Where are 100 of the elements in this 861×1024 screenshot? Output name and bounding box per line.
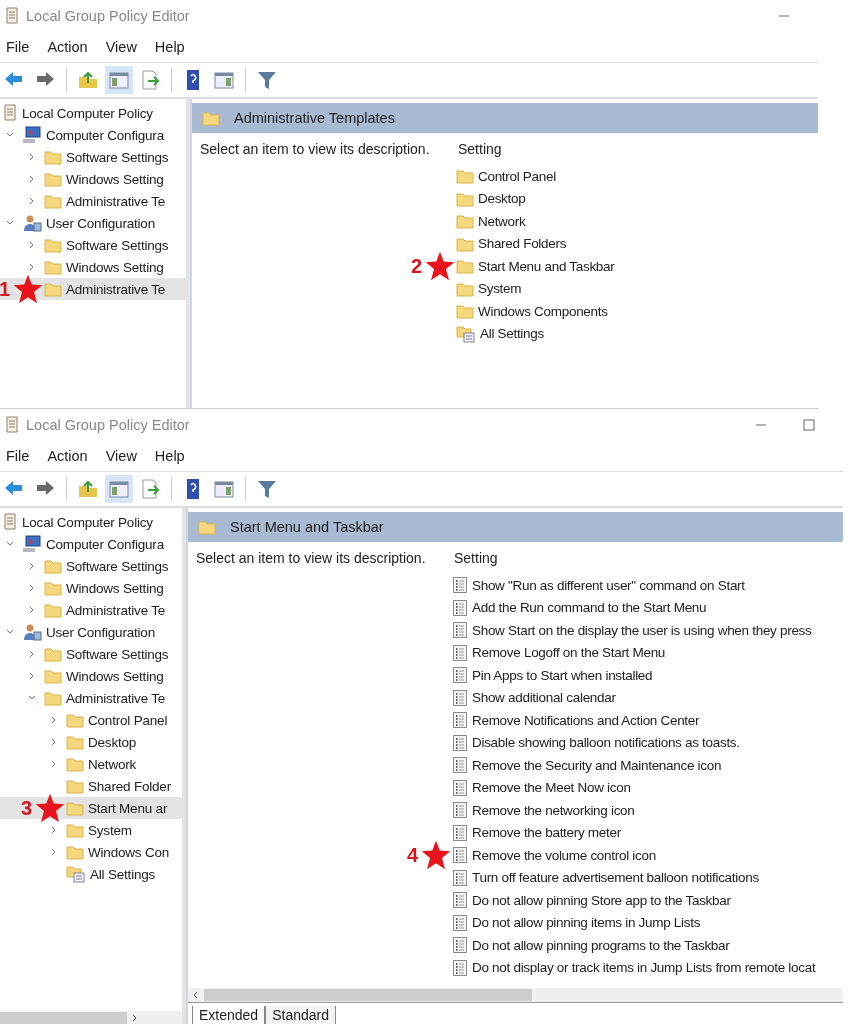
- setting-item[interactable]: Remove the networking icon: [452, 801, 635, 820]
- expand-chevron-icon[interactable]: [28, 263, 36, 271]
- tree-item[interactable]: Administrative Te: [44, 193, 166, 209]
- star-icon: [425, 251, 455, 282]
- tree-item[interactable]: Shared Folder: [66, 778, 171, 794]
- policy-setting-icon: [452, 733, 468, 752]
- expand-chevron-icon[interactable]: [28, 672, 36, 680]
- expand-chevron-icon[interactable]: [50, 716, 58, 724]
- folder-icon: [44, 259, 62, 275]
- collapse-chevron-icon[interactable]: [6, 131, 14, 139]
- menu-item[interactable]: Action: [47, 448, 88, 464]
- tree-item[interactable]: Windows Setting: [44, 580, 164, 596]
- maximize-icon[interactable]: [803, 419, 815, 431]
- setting-item[interactable]: Start Menu and Taskbar: [456, 258, 615, 275]
- menu-item[interactable]: View: [105, 448, 137, 464]
- setting-item[interactable]: Control Panel: [456, 168, 556, 185]
- tree-item[interactable]: Software Settings: [44, 646, 169, 662]
- setting-item[interactable]: Windows Components: [456, 303, 608, 320]
- tree-item[interactable]: Windows Setting: [44, 171, 164, 187]
- console-tree-icon[interactable]: [105, 66, 133, 94]
- tree-item[interactable]: Computer Configura: [22, 126, 164, 144]
- expand-chevron-icon[interactable]: [28, 650, 36, 658]
- setting-item[interactable]: Show Start on the display the user is using when they press: [452, 621, 812, 640]
- expand-chevron-icon[interactable]: [50, 760, 58, 768]
- setting-item[interactable]: Remove the Security and Maintenance icon: [452, 756, 722, 775]
- tree-item[interactable]: Administrative Te: [44, 690, 166, 706]
- setting-item[interactable]: Show "Run as different user" command on Start: [452, 576, 745, 595]
- tree-item[interactable]: All Settings: [66, 865, 156, 883]
- setting-item[interactable]: Desktop: [456, 190, 526, 207]
- tree-item[interactable]: Software Settings: [44, 237, 169, 253]
- setting-item[interactable]: Do not allow pinning programs to the Taskbar: [452, 936, 730, 955]
- expand-chevron-icon[interactable]: [28, 562, 36, 570]
- menu-item[interactable]: Help: [154, 448, 185, 464]
- setting-item[interactable]: Pin Apps to Start when installed: [452, 666, 653, 685]
- tree-item[interactable]: Control Panel: [66, 712, 168, 728]
- tree-item[interactable]: Desktop: [66, 734, 137, 750]
- setting-item[interactable]: Network: [456, 213, 526, 230]
- view-tab[interactable]: Extended: [192, 1006, 266, 1024]
- collapse-chevron-icon[interactable]: [6, 219, 14, 227]
- tree-item[interactable]: User Configuration: [22, 623, 155, 641]
- setting-item[interactable]: Do not allow pinning Store app to the Taskbar: [452, 891, 731, 910]
- menu-item[interactable]: File: [6, 448, 30, 464]
- expand-chevron-icon[interactable]: [28, 175, 36, 183]
- menu-item[interactable]: View: [105, 39, 137, 55]
- expand-chevron-icon[interactable]: [50, 826, 58, 834]
- tree-item[interactable]: Network: [66, 756, 137, 772]
- setting-item[interactable]: Show additional calendar: [452, 688, 616, 707]
- tree-item[interactable]: Windows Setting: [44, 668, 164, 684]
- setting-item[interactable]: Do not display or track items in Jump Lists from remote locat: [452, 958, 816, 977]
- scroll-icon: [4, 7, 20, 25]
- column-header[interactable]: Setting: [458, 141, 502, 157]
- menu-item[interactable]: Action: [47, 39, 88, 55]
- setting-item[interactable]: Remove the battery meter: [452, 823, 621, 842]
- tree-item[interactable]: Start Menu ar: [66, 800, 168, 816]
- folder-icon: [66, 734, 84, 750]
- scroll-icon: [4, 416, 20, 434]
- tree-item[interactable]: User Configuration: [22, 214, 155, 232]
- view-tab[interactable]: Standard: [265, 1006, 336, 1024]
- setting-item[interactable]: Remove the Meet Now icon: [452, 778, 631, 797]
- collapse-chevron-icon[interactable]: [6, 628, 14, 636]
- tree-item[interactable]: Software Settings: [44, 149, 169, 165]
- tree-item[interactable]: Windows Setting: [44, 259, 164, 275]
- policy-setting-icon: [452, 756, 468, 775]
- tree-item[interactable]: Local Computer Policy: [2, 513, 153, 531]
- menu-item[interactable]: File: [6, 39, 30, 55]
- tree-item[interactable]: Windows Con: [66, 844, 170, 860]
- tree-item[interactable]: Software Settings: [44, 558, 169, 574]
- expand-chevron-icon[interactable]: [50, 848, 58, 856]
- expand-chevron-icon[interactable]: [50, 738, 58, 746]
- setting-item[interactable]: Do not allow pinning items in Jump Lists: [452, 913, 701, 932]
- setting-item[interactable]: Add the Run command to the Start Menu: [452, 598, 707, 617]
- star-icon: [421, 840, 451, 871]
- tree-item[interactable]: System: [66, 822, 132, 838]
- scrollbar[interactable]: [188, 988, 843, 1002]
- collapse-chevron-icon[interactable]: [28, 694, 36, 702]
- step-number: 1: [0, 277, 10, 301]
- expand-chevron-icon[interactable]: [28, 197, 36, 205]
- tree-item[interactable]: Administrative Te: [44, 281, 166, 297]
- column-header[interactable]: Setting: [454, 550, 498, 566]
- collapse-chevron-icon[interactable]: [6, 540, 14, 548]
- expand-chevron-icon[interactable]: [28, 584, 36, 592]
- expand-chevron-icon[interactable]: [28, 606, 36, 614]
- tree-item[interactable]: Local Computer Policy: [2, 104, 153, 122]
- expand-chevron-icon[interactable]: [28, 241, 36, 249]
- setting-item[interactable]: Remove Logoff on the Start Menu: [452, 643, 666, 662]
- setting-item[interactable]: Shared Folders: [456, 235, 567, 252]
- setting-item[interactable]: Disable showing balloon notifications as toasts.: [452, 733, 740, 752]
- scrollbar[interactable]: [0, 1011, 182, 1024]
- tree-item[interactable]: Administrative Te: [44, 602, 166, 618]
- setting-item[interactable]: Turn off feature advertisement balloon notifications: [452, 868, 759, 887]
- scroll-icon: [2, 104, 18, 122]
- menu-item[interactable]: Help: [154, 39, 185, 55]
- tree-item[interactable]: Computer Configura: [22, 535, 164, 553]
- setting-item[interactable]: Remove Notifications and Action Center: [452, 711, 700, 730]
- scroll-left-icon[interactable]: [192, 991, 200, 999]
- setting-item[interactable]: All Settings: [456, 324, 544, 343]
- setting-item[interactable]: System: [456, 280, 522, 297]
- setting-item[interactable]: Remove the volume control icon: [452, 846, 656, 865]
- expand-chevron-icon[interactable]: [28, 153, 36, 161]
- console-tree-icon[interactable]: [105, 475, 133, 503]
